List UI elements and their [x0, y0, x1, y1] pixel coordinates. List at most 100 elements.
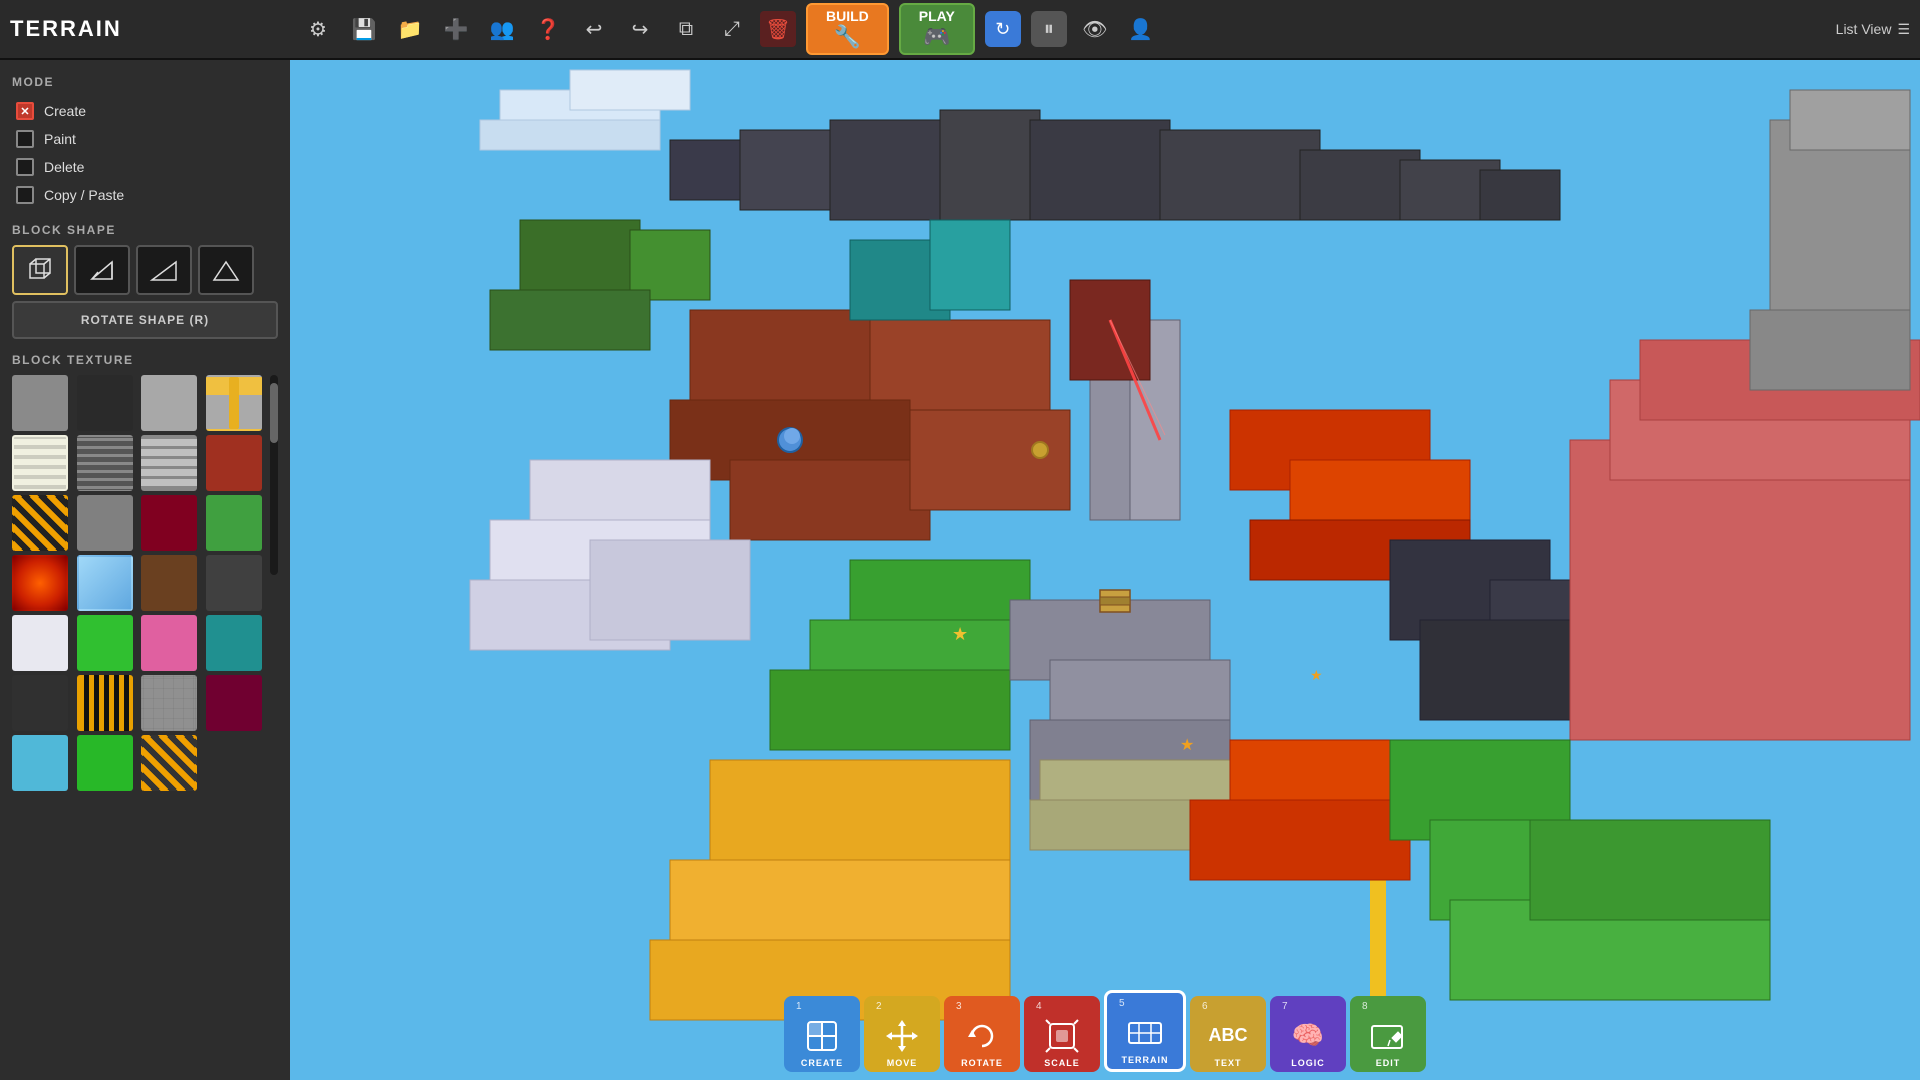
tool-rotate-button[interactable]: 3 ROTATE [944, 996, 1020, 1072]
texture-12[interactable] [12, 555, 68, 611]
profile-icon[interactable]: 👤 [1123, 11, 1159, 47]
texture-8[interactable] [12, 495, 68, 551]
pause-icon[interactable]: ⏸ [1031, 11, 1067, 47]
tool-edit-number: 8 [1362, 1002, 1368, 1012]
play-button[interactable]: PLAY 🎮 [899, 3, 975, 55]
main-content: MODE Create Paint Delete Copy / Paste BL… [0, 60, 1920, 1080]
mode-section-title: MODE [12, 75, 278, 89]
texture-17[interactable] [77, 615, 133, 671]
svg-text:★: ★ [952, 624, 968, 644]
delete-icon[interactable]: 🗑 [760, 11, 796, 47]
folder-icon[interactable]: 📁 [392, 11, 428, 47]
block-shape-title: BLOCK SHAPE [12, 223, 278, 237]
settings-icon[interactable]: ⚙ [300, 11, 336, 47]
texture-15[interactable] [206, 555, 262, 611]
mode-create[interactable]: Create [12, 97, 278, 125]
tool-logic-button[interactable]: 7 🧠 LOGIC [1270, 996, 1346, 1072]
shape-corner[interactable] [198, 245, 254, 295]
tool-create-label: CREATE [801, 1059, 843, 1068]
rotate-shape-button[interactable]: ROTATE SHAPE (R) [12, 301, 278, 339]
texture-2[interactable] [141, 375, 197, 431]
texture-14[interactable] [141, 555, 197, 611]
texture-21[interactable] [77, 675, 133, 731]
tool-text-button[interactable]: 6 ABC TEXT [1190, 996, 1266, 1072]
block-texture-title: BLOCK TEXTURE [12, 353, 278, 367]
scale-icon [1044, 1018, 1080, 1054]
tool-edit-label: EDIT [1376, 1059, 1401, 1068]
tool-create-button[interactable]: 1 CREATE [784, 996, 860, 1072]
topbar: TERRAIN ⚙ 💾 📁 ➕ 👥 ❓ ↩ ↪ ⧉ ⤢ 🗑 BUILD 🔧 PL… [0, 0, 1920, 60]
tool-terrain-button[interactable]: 5 TERRAIN [1104, 990, 1186, 1072]
texture-19[interactable] [206, 615, 262, 671]
shape-cube[interactable] [12, 245, 68, 295]
texture-13[interactable] [77, 555, 133, 611]
texture-11[interactable] [206, 495, 262, 551]
help-icon[interactable]: ❓ [530, 11, 566, 47]
tool-move-number: 2 [876, 1002, 882, 1012]
mode-copy-paste[interactable]: Copy / Paste [12, 181, 278, 209]
texture-24[interactable] [12, 735, 68, 791]
list-view-label: List View [1836, 21, 1892, 37]
topbar-right: List View ☰ [1836, 21, 1910, 38]
texture-4[interactable] [12, 435, 68, 491]
texture-6[interactable] [141, 435, 197, 491]
tool-move-label: MOVE [887, 1059, 918, 1068]
delete-checkbox[interactable] [16, 158, 34, 176]
tool-text-number: 6 [1202, 1002, 1208, 1012]
redo-icon[interactable]: ↪ [622, 11, 658, 47]
tool-logic-label: LOGIC [1291, 1059, 1325, 1068]
play-label: PLAY [919, 8, 955, 24]
bottom-toolbar: 1 CREATE 2 [290, 990, 1920, 1080]
create-checkbox[interactable] [16, 102, 34, 120]
refresh-icon[interactable]: ↻ [985, 11, 1021, 47]
shape-grid [12, 245, 278, 295]
delete-label: Delete [44, 159, 84, 175]
tool-move-button[interactable]: 2 MOVE [864, 996, 940, 1072]
mode-section: MODE Create Paint Delete Copy / Paste [12, 75, 278, 209]
build-icon: 🔧 [834, 24, 861, 50]
texture-20[interactable] [12, 675, 68, 731]
texture-1[interactable] [77, 375, 133, 431]
texture-7[interactable] [206, 435, 262, 491]
app-title: TERRAIN [10, 16, 300, 42]
texture-16[interactable] [12, 615, 68, 671]
undo-icon[interactable]: ↩ [576, 11, 612, 47]
build-button[interactable]: BUILD 🔧 [806, 3, 889, 55]
texture-23[interactable] [206, 675, 262, 731]
tool-scale-label: SCALE [1044, 1059, 1080, 1068]
add-icon[interactable]: ➕ [438, 11, 474, 47]
texture-scrollbar[interactable] [270, 375, 278, 575]
view-icon[interactable]: 👁 [1077, 11, 1113, 47]
copy-paste-checkbox[interactable] [16, 186, 34, 204]
block-texture-section: BLOCK TEXTURE [12, 353, 278, 1065]
texture-25[interactable] [77, 735, 133, 791]
texture-9[interactable] [77, 495, 133, 551]
paint-label: Paint [44, 131, 76, 147]
texture-26[interactable] [141, 735, 197, 791]
shape-wedge[interactable] [74, 245, 130, 295]
copy-icon[interactable]: ⧉ [668, 11, 704, 47]
block-shape-section: BLOCK SHAPE [12, 223, 278, 339]
texture-5[interactable] [77, 435, 133, 491]
shape-ramp[interactable] [136, 245, 192, 295]
mode-delete[interactable]: Delete [12, 153, 278, 181]
build-label: BUILD [826, 8, 869, 24]
create-label: Create [44, 103, 86, 119]
texture-0[interactable] [12, 375, 68, 431]
texture-22[interactable] [141, 675, 197, 731]
tool-terrain-number: 5 [1119, 999, 1125, 1009]
expand-icon[interactable]: ⤢ [714, 11, 750, 47]
topbar-icons: ⚙ 💾 📁 ➕ 👥 ❓ ↩ ↪ ⧉ ⤢ 🗑 BUILD 🔧 PLAY 🎮 ↻ ⏸… [300, 3, 1836, 55]
list-view-button[interactable]: List View ☰ [1836, 21, 1910, 38]
mode-paint[interactable]: Paint [12, 125, 278, 153]
texture-3[interactable] [206, 375, 262, 431]
texture-18[interactable] [141, 615, 197, 671]
save-icon[interactable]: 💾 [346, 11, 382, 47]
texture-10[interactable] [141, 495, 197, 551]
viewport[interactable]: ★ ★ ★ 1 CREATE [290, 60, 1920, 1080]
play-icon: 🎮 [923, 24, 950, 50]
tool-scale-button[interactable]: 4 SCALE [1024, 996, 1100, 1072]
team-icon[interactable]: 👥 [484, 11, 520, 47]
tool-edit-button[interactable]: 8 EDIT [1350, 996, 1426, 1072]
paint-checkbox[interactable] [16, 130, 34, 148]
